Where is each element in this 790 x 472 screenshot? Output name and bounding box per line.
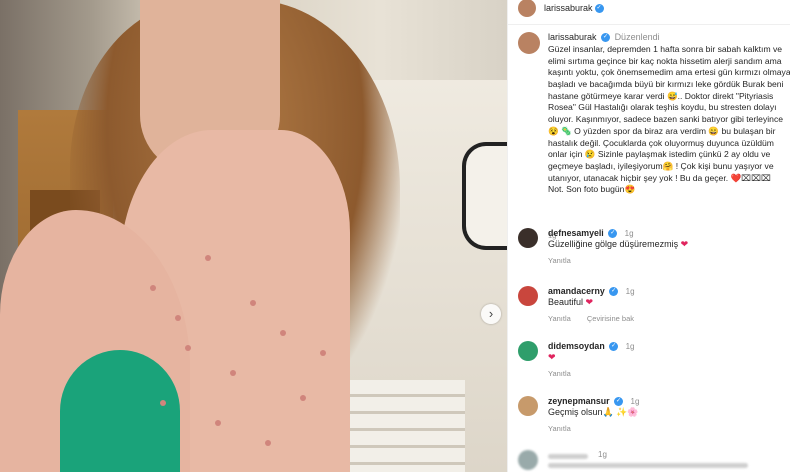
skin-spot [205,255,211,261]
reply-button[interactable]: Yanıtla [548,369,571,378]
stairs [345,380,465,472]
comment-body: Geçmiş olsun🙏 ✨🌸 [548,407,639,417]
verified-badge-icon: ✓ [614,397,624,407]
comment-header: defnesamyeli ✓ 1g [548,228,634,239]
heart-emoji: ❤ [680,239,689,249]
caption-line: kaşıntı yoktu, çok önemsemedim ama ertes… [548,67,790,78]
heart-emoji: ❤ [548,352,556,362]
caption-line: utanıyor, utanacak hiçbir şey yok ! Bu d… [548,172,771,183]
comment-header: amandacerny ✓ 1g [548,286,635,297]
skin-spot [160,400,166,406]
verified-badge-icon: ✓ [601,33,611,43]
comment-username[interactable]: defnesamyeli [548,228,604,238]
caption-line: onlar için 😢 Sizinle paylaşmak istedim ç… [548,149,771,160]
avatar[interactable] [518,396,538,416]
post-photo: › [0,0,507,472]
comment-text: ❤ [548,352,556,363]
skin-spot [215,420,221,426]
comment-time: 1g [625,287,635,296]
comment-time: 1g [625,342,635,351]
skin-spot [320,350,326,356]
comment-body: Güzelliğine gölge düşüremezmiş [548,239,679,249]
comment-body: Beautiful [548,297,584,307]
verified-badge-icon: ✓ [609,342,619,352]
edited-label: Düzenlendi [614,32,660,42]
wall-clock [462,142,507,250]
caption-line: hastalık değil. Çocuklarda çok oluyormuş… [548,137,774,148]
comment-username[interactable]: amandacerny [548,286,605,296]
verified-badge-icon: ✓ [608,229,618,239]
blurred-username [548,454,588,459]
comment-text: Güzelliğine gölge düşüremezmiş ❤ [548,239,688,250]
caption-line: başladı ve bacağımda büyü bir kırmızı le… [548,79,784,90]
blurred-text [548,463,748,468]
comment-time: 1g [630,397,640,406]
skin-spot [250,300,256,306]
caption-username[interactable]: larissaburak [548,32,597,42]
comment-time: 1g [598,450,607,459]
verified-badge-icon: ✓ [594,3,604,13]
avatar[interactable] [518,0,536,17]
swimsuit [60,350,180,472]
caption-text: Güzel insanlar, depremden 1 hafta sonra … [548,44,790,196]
see-translation-button[interactable]: Çevirisine bak [587,314,634,323]
avatar [518,450,538,470]
skin-spot [150,285,156,291]
chevron-right-icon: › [488,306,494,321]
skin-spot [230,370,236,376]
avatar[interactable] [518,32,540,54]
comment-username[interactable]: zeynepmansur [548,396,610,406]
avatar[interactable] [518,228,538,248]
caption-line: Güzel insanlar, depremden 1 hafta sonra … [548,44,783,54]
comment-actions: Yanıtla [548,256,585,265]
verified-badge-icon: ✓ [609,287,619,297]
caption-line: Rosea" Gül Hastalığı olarak teşhis koydu… [548,102,777,113]
comment-time: 1g [624,229,634,238]
blurred-comment: 1g [518,450,788,472]
reply-button[interactable]: Yanıtla [548,424,571,433]
skin-spot [300,395,306,401]
caption-line: 😵 🦠 O yüzden spor da biraz ara verdim 😄 … [548,125,776,136]
reply-button[interactable]: Yanıtla [548,314,571,323]
comment-actions: Yanıtla Çevirisine bak [548,314,648,323]
caption-line: oluyor. Kaşınmıyor, sadece bazen sanki b… [548,114,784,125]
reply-button[interactable]: Yanıtla [548,256,571,265]
avatar[interactable] [518,341,538,361]
caption-header: larissaburak ✓ Düzenlendi [548,32,660,43]
avatar[interactable] [518,286,538,306]
skin-spot [185,345,191,351]
comment-text: Geçmiş olsun🙏 ✨🌸 [548,407,639,418]
caption-line: Not. Son foto bugün😍 [548,184,636,195]
comment-header: zeynepmansur ✓ 1g [548,396,640,407]
caption-line: elimi sırtıma geçince bir kaç nokta hiss… [548,55,782,66]
comment-actions: Yanıtla [548,424,585,433]
skin-spot [175,315,181,321]
heart-emoji: ❤ [585,297,594,307]
next-image-button[interactable]: › [481,304,501,324]
caption-line: geçmeye başladı, iyileşiyorum🤗 ! Çok kiş… [548,160,774,171]
post-header: larissaburak ✓ [508,0,790,25]
skin-spot [280,330,286,336]
comment-header: didemsoydan ✓ 1g [548,341,635,352]
skin-spot [265,440,271,446]
comment-username[interactable]: didemsoydan [548,341,605,351]
header-username[interactable]: larissaburak [544,3,593,13]
caption-line: hastane götürmeye karar verdi 😅.. Doktor… [548,90,774,101]
comment-text: Beautiful ❤ [548,297,593,308]
post-details-panel: larissaburak ✓ larissaburak ✓ Düzenlendi… [507,0,790,472]
comment-actions: Yanıtla [548,369,585,378]
